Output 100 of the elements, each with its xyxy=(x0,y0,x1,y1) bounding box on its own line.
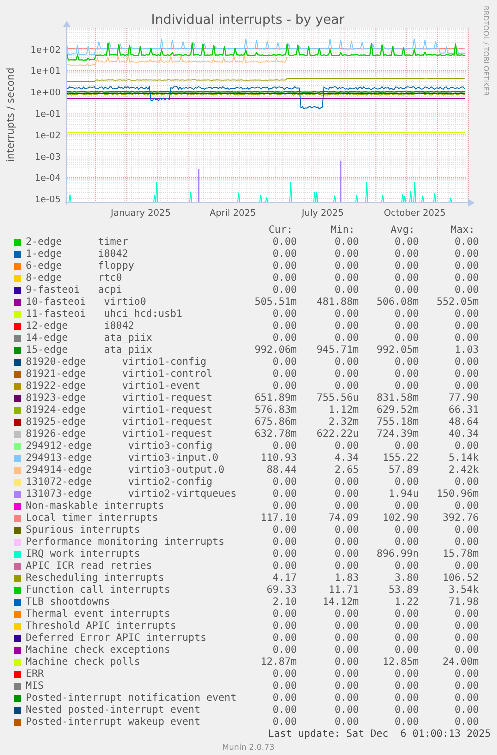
min-value: 0.00 xyxy=(334,320,359,332)
legend-label: 294913-edge virtio3-input.0 xyxy=(26,452,220,464)
cur-value: 0.00 xyxy=(272,536,297,548)
cur-value: 0.00 xyxy=(272,632,297,644)
min-value: 0.00 xyxy=(334,380,359,392)
cur-value: 0.00 xyxy=(272,248,297,260)
x-tick-label: July 2025 xyxy=(302,209,344,219)
cur-value: 0.00 xyxy=(272,284,297,296)
max-value: 0.00 xyxy=(454,680,479,692)
max-value: 0.00 xyxy=(454,284,479,296)
legend-label: Rescheduling interrupts xyxy=(26,572,166,584)
avg-value: 724.39m xyxy=(376,428,419,440)
column-header: Avg: xyxy=(390,224,416,236)
max-value: 0.00 xyxy=(454,620,479,632)
avg-value: 102.90 xyxy=(382,512,419,524)
max-value: 0.00 xyxy=(454,644,479,656)
min-value: 945.71m xyxy=(316,344,359,356)
cur-value: 0.00 xyxy=(272,500,297,512)
cur-value: 117.10 xyxy=(260,512,297,524)
legend-label: Threshold APIC interrupts xyxy=(26,620,178,632)
max-value: 0.00 xyxy=(454,260,479,272)
max-value: 0.00 xyxy=(454,248,479,260)
y-tick-label: 1e-04 xyxy=(35,174,61,184)
avg-value: 57.89 xyxy=(388,464,419,476)
cur-value: 0.00 xyxy=(272,236,297,248)
max-value: 106.52 xyxy=(442,572,479,584)
avg-value: 0.00 xyxy=(394,644,419,656)
legend-label: TLB shootdowns xyxy=(26,596,112,608)
avg-value: 1.94u xyxy=(388,488,419,500)
avg-value: 3.80 xyxy=(394,572,419,584)
legend-label: Nested posted-interrupt event xyxy=(26,704,202,716)
legend-label: Deferred Error APIC interrupts xyxy=(26,632,208,644)
max-value: 392.76 xyxy=(442,512,479,524)
min-value: 0.00 xyxy=(334,668,359,680)
legend-label: 6-edge floppy xyxy=(26,260,136,272)
cur-value: 0.00 xyxy=(272,356,297,368)
avg-value: 0.00 xyxy=(394,500,419,512)
legend-label: 81923-edge virtio1-request xyxy=(26,392,214,404)
max-value: 71.98 xyxy=(448,596,479,608)
legend-label: 10-fasteoi virtio0 xyxy=(26,296,148,308)
max-value: 0.00 xyxy=(454,476,479,488)
legend-label: IRQ work interrupts xyxy=(26,548,142,560)
y-tick-label: 1e-05 xyxy=(35,196,61,206)
min-value: 74.09 xyxy=(328,512,359,524)
min-value: 2.32m xyxy=(328,416,359,428)
max-value: 77.90 xyxy=(448,392,479,404)
legend-label: 81920-edge virtio1-config xyxy=(26,356,208,368)
avg-value: 0.00 xyxy=(394,704,419,716)
column-header: Min: xyxy=(330,224,356,236)
cur-value: 69.33 xyxy=(266,584,297,596)
x-tick-label: April 2025 xyxy=(210,209,256,219)
cur-value: 88.44 xyxy=(266,464,297,476)
max-value: 150.96m xyxy=(436,488,479,500)
max-value: 2.42k xyxy=(448,464,479,476)
avg-value: 1.22 xyxy=(394,596,419,608)
cur-value: 110.93 xyxy=(260,452,297,464)
cur-value: 0.00 xyxy=(272,608,297,620)
cur-value: 0.00 xyxy=(272,680,297,692)
avg-value: 0.00 xyxy=(394,536,419,548)
min-value: 0.00 xyxy=(334,476,359,488)
min-value: 0.00 xyxy=(334,620,359,632)
min-value: 0.00 xyxy=(334,680,359,692)
max-value: 0.00 xyxy=(454,440,479,452)
max-value: 0.00 xyxy=(454,716,479,728)
avg-value: 755.18m xyxy=(376,416,419,428)
min-value: 0.00 xyxy=(334,248,359,260)
cur-value: 4.17 xyxy=(272,572,297,584)
cur-value: 0.00 xyxy=(272,260,297,272)
avg-value: 0.00 xyxy=(394,440,419,452)
cur-value: 505.51m xyxy=(254,296,297,308)
min-value: 481.88m xyxy=(316,296,359,308)
min-value: 0.00 xyxy=(334,536,359,548)
max-value: 0.00 xyxy=(454,704,479,716)
max-value: 0.00 xyxy=(454,536,479,548)
min-value: 0.00 xyxy=(334,644,359,656)
min-value: 0.00 xyxy=(334,260,359,272)
legend-label: Thermal event interrupts xyxy=(26,608,172,620)
max-value: 0.00 xyxy=(454,236,479,248)
cur-value: 0.00 xyxy=(272,320,297,332)
avg-value: 0.00 xyxy=(394,716,419,728)
avg-value: 0.00 xyxy=(394,560,419,572)
cur-value: 0.00 xyxy=(272,476,297,488)
y-axis-label: interrupts / second xyxy=(6,68,17,162)
avg-value: 0.00 xyxy=(394,668,419,680)
legend-label: 9-fasteoi acpi xyxy=(26,284,124,296)
legend-label: 131073-edge virtio2-virtqueues xyxy=(26,488,238,500)
max-value: 552.05m xyxy=(436,296,479,308)
min-value: 0.00 xyxy=(334,368,359,380)
min-value: 622.22u xyxy=(316,428,359,440)
legend-label: Posted-interrupt wakeup event xyxy=(26,716,202,728)
avg-value: 0.00 xyxy=(394,356,419,368)
legend-label: APIC ICR read retries xyxy=(26,560,154,572)
legend-label: 14-edge ata_piix xyxy=(26,332,154,344)
column-header: Cur: xyxy=(268,224,294,236)
avg-value: 896.99n xyxy=(376,548,419,560)
y-tick-label: 1e+00 xyxy=(30,88,61,99)
min-value: 0.00 xyxy=(334,692,359,704)
min-value: 755.56u xyxy=(316,392,359,404)
legend-label: 11-fasteoi uhci_hcd:usb1 xyxy=(26,308,184,320)
legend-label: 2-edge timer xyxy=(26,236,130,248)
